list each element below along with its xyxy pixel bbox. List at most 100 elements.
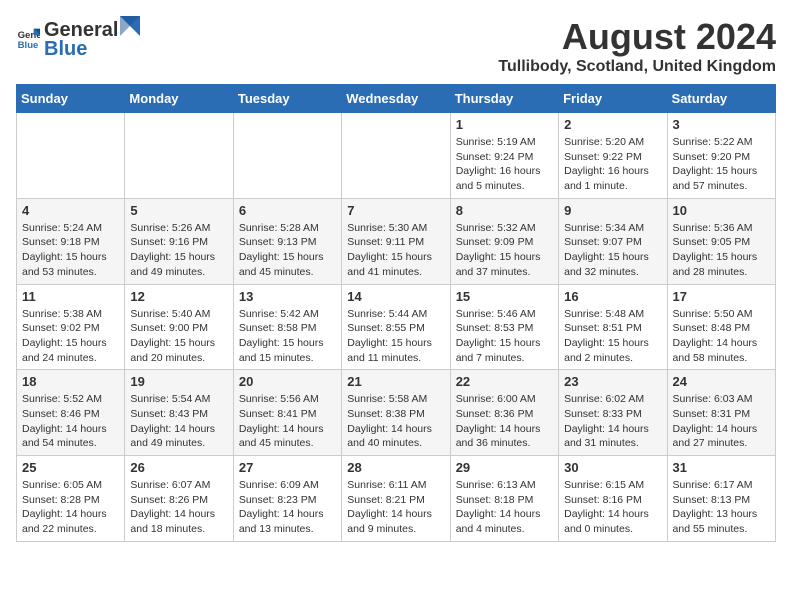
calendar-cell: 31Sunrise: 6:17 AM Sunset: 8:13 PM Dayli…: [667, 456, 775, 542]
day-info: Sunrise: 6:05 AM Sunset: 8:28 PM Dayligh…: [22, 478, 119, 537]
day-number: 17: [673, 289, 770, 304]
calendar-cell: 13 Sunrise: 5:42 AM Sunset: 8:58 PM Dayli…: [233, 284, 341, 370]
calendar-cell: 3 Sunrise: 5:22 AM Sunset: 9:20 PM Daylig…: [667, 113, 775, 199]
day-number: 19: [130, 374, 227, 389]
day-number: 4: [22, 203, 119, 218]
calendar-cell: 4 Sunrise: 5:24 AM Sunset: 9:18 PM Daylig…: [17, 198, 125, 284]
day-number: 16: [564, 289, 661, 304]
day-number: 6: [239, 203, 336, 218]
day-number: 14: [347, 289, 444, 304]
header-day-monday: Monday: [125, 85, 233, 113]
main-title: August 2024: [498, 16, 776, 58]
day-info: Sunrise: 5:42 AM Sunset: 8:58 PM Dayligh…: [239, 307, 336, 366]
day-info: Sunrise: 5:52 AM Sunset: 8:46 PM Dayligh…: [22, 392, 119, 451]
day-number: 9: [564, 203, 661, 218]
calendar-week-row: 1 Sunrise: 5:19 AM Sunset: 9:24 PM Daylig…: [17, 113, 776, 199]
calendar-cell: 2 Sunrise: 5:20 AM Sunset: 9:22 PM Daylig…: [559, 113, 667, 199]
calendar-cell: 11 Sunrise: 5:38 AM Sunset: 9:02 PM Dayli…: [17, 284, 125, 370]
day-info: Sunrise: 6:09 AM Sunset: 8:23 PM Dayligh…: [239, 478, 336, 537]
day-number: 3: [673, 117, 770, 132]
title-area: August 2024 Tullibody, Scotland, United …: [498, 16, 776, 76]
header: General Blue General Blue August 2024 Tu…: [16, 16, 776, 76]
day-info: Sunrise: 5:19 AM Sunset: 9:24 PM Dayligh…: [456, 135, 553, 194]
day-info: Sunrise: 5:22 AM Sunset: 9:20 PM Dayligh…: [673, 135, 770, 194]
calendar-cell: 26Sunrise: 6:07 AM Sunset: 8:26 PM Dayli…: [125, 456, 233, 542]
calendar-cell: 12 Sunrise: 5:40 AM Sunset: 9:00 PM Dayli…: [125, 284, 233, 370]
day-info: Sunrise: 5:32 AM Sunset: 9:09 PM Dayligh…: [456, 221, 553, 280]
calendar-cell: 22 Sunrise: 6:00 AM Sunset: 8:36 PM Dayli…: [450, 370, 558, 456]
calendar-cell: 21Sunrise: 5:58 AM Sunset: 8:38 PM Dayli…: [342, 370, 450, 456]
day-info: Sunrise: 5:34 AM Sunset: 9:07 PM Dayligh…: [564, 221, 661, 280]
calendar-cell: 24 Sunrise: 6:03 AM Sunset: 8:31 PM Dayli…: [667, 370, 775, 456]
subtitle: Tullibody, Scotland, United Kingdom: [498, 58, 776, 76]
day-info: Sunrise: 5:28 AM Sunset: 9:13 PM Dayligh…: [239, 221, 336, 280]
calendar-cell: 5 Sunrise: 5:26 AM Sunset: 9:16 PM Daylig…: [125, 198, 233, 284]
calendar-cell: [342, 113, 450, 199]
day-info: Sunrise: 5:56 AM Sunset: 8:41 PM Dayligh…: [239, 392, 336, 451]
day-info: Sunrise: 5:38 AM Sunset: 9:02 PM Dayligh…: [22, 307, 119, 366]
calendar-cell: 10 Sunrise: 5:36 AM Sunset: 9:05 PM Dayli…: [667, 198, 775, 284]
day-number: 22: [456, 374, 553, 389]
calendar-cell: [125, 113, 233, 199]
calendar-cell: [233, 113, 341, 199]
day-info: Sunrise: 6:13 AM Sunset: 8:18 PM Dayligh…: [456, 478, 553, 537]
day-info: Sunrise: 6:15 AM Sunset: 8:16 PM Dayligh…: [564, 478, 661, 537]
calendar-week-row: 25Sunrise: 6:05 AM Sunset: 8:28 PM Dayli…: [17, 456, 776, 542]
calendar-cell: 7Sunrise: 5:30 AM Sunset: 9:11 PM Daylig…: [342, 198, 450, 284]
calendar-cell: 20 Sunrise: 5:56 AM Sunset: 8:41 PM Dayli…: [233, 370, 341, 456]
logo: General Blue General Blue: [16, 16, 140, 61]
header-day-thursday: Thursday: [450, 85, 558, 113]
day-number: 15: [456, 289, 553, 304]
calendar-week-row: 11 Sunrise: 5:38 AM Sunset: 9:02 PM Dayli…: [17, 284, 776, 370]
header-day-tuesday: Tuesday: [233, 85, 341, 113]
day-info: Sunrise: 5:24 AM Sunset: 9:18 PM Dayligh…: [22, 221, 119, 280]
day-info: Sunrise: 5:48 AM Sunset: 8:51 PM Dayligh…: [564, 307, 661, 366]
day-number: 12: [130, 289, 227, 304]
day-number: 18: [22, 374, 119, 389]
logo-triangle-icon: [120, 16, 140, 36]
logo-icon: General Blue: [16, 27, 40, 51]
calendar-cell: 19 Sunrise: 5:54 AM Sunset: 8:43 PM Dayli…: [125, 370, 233, 456]
day-number: 29: [456, 460, 553, 475]
calendar-cell: 6 Sunrise: 5:28 AM Sunset: 9:13 PM Daylig…: [233, 198, 341, 284]
day-info: Sunrise: 5:44 AM Sunset: 8:55 PM Dayligh…: [347, 307, 444, 366]
day-info: Sunrise: 6:02 AM Sunset: 8:33 PM Dayligh…: [564, 392, 661, 451]
header-day-sunday: Sunday: [17, 85, 125, 113]
day-number: 13: [239, 289, 336, 304]
day-info: Sunrise: 5:36 AM Sunset: 9:05 PM Dayligh…: [673, 221, 770, 280]
header-day-friday: Friday: [559, 85, 667, 113]
day-info: Sunrise: 6:03 AM Sunset: 8:31 PM Dayligh…: [673, 392, 770, 451]
header-day-wednesday: Wednesday: [342, 85, 450, 113]
day-info: Sunrise: 5:54 AM Sunset: 8:43 PM Dayligh…: [130, 392, 227, 451]
day-number: 8: [456, 203, 553, 218]
day-number: 21: [347, 374, 444, 389]
day-number: 24: [673, 374, 770, 389]
calendar-week-row: 4 Sunrise: 5:24 AM Sunset: 9:18 PM Daylig…: [17, 198, 776, 284]
day-number: 20: [239, 374, 336, 389]
day-info: Sunrise: 5:46 AM Sunset: 8:53 PM Dayligh…: [456, 307, 553, 366]
calendar-table: SundayMondayTuesdayWednesdayThursdayFrid…: [16, 84, 776, 542]
day-info: Sunrise: 6:00 AM Sunset: 8:36 PM Dayligh…: [456, 392, 553, 451]
day-info: Sunrise: 5:50 AM Sunset: 8:48 PM Dayligh…: [673, 307, 770, 366]
day-number: 2: [564, 117, 661, 132]
day-number: 26: [130, 460, 227, 475]
day-number: 5: [130, 203, 227, 218]
calendar-cell: 25Sunrise: 6:05 AM Sunset: 8:28 PM Dayli…: [17, 456, 125, 542]
calendar-week-row: 18 Sunrise: 5:52 AM Sunset: 8:46 PM Dayli…: [17, 370, 776, 456]
calendar-cell: 1 Sunrise: 5:19 AM Sunset: 9:24 PM Daylig…: [450, 113, 558, 199]
calendar-cell: 18 Sunrise: 5:52 AM Sunset: 8:46 PM Dayli…: [17, 370, 125, 456]
calendar-cell: 16 Sunrise: 5:48 AM Sunset: 8:51 PM Dayli…: [559, 284, 667, 370]
day-number: 10: [673, 203, 770, 218]
day-number: 11: [22, 289, 119, 304]
day-number: 28: [347, 460, 444, 475]
calendar-header-row: SundayMondayTuesdayWednesdayThursdayFrid…: [17, 85, 776, 113]
day-info: Sunrise: 5:40 AM Sunset: 9:00 PM Dayligh…: [130, 307, 227, 366]
calendar-cell: 8 Sunrise: 5:32 AM Sunset: 9:09 PM Daylig…: [450, 198, 558, 284]
calendar-cell: 30Sunrise: 6:15 AM Sunset: 8:16 PM Dayli…: [559, 456, 667, 542]
calendar-cell: [17, 113, 125, 199]
day-info: Sunrise: 5:20 AM Sunset: 9:22 PM Dayligh…: [564, 135, 661, 194]
calendar-cell: 14 Sunrise: 5:44 AM Sunset: 8:55 PM Dayli…: [342, 284, 450, 370]
svg-text:Blue: Blue: [18, 39, 39, 50]
day-info: Sunrise: 5:26 AM Sunset: 9:16 PM Dayligh…: [130, 221, 227, 280]
day-number: 1: [456, 117, 553, 132]
